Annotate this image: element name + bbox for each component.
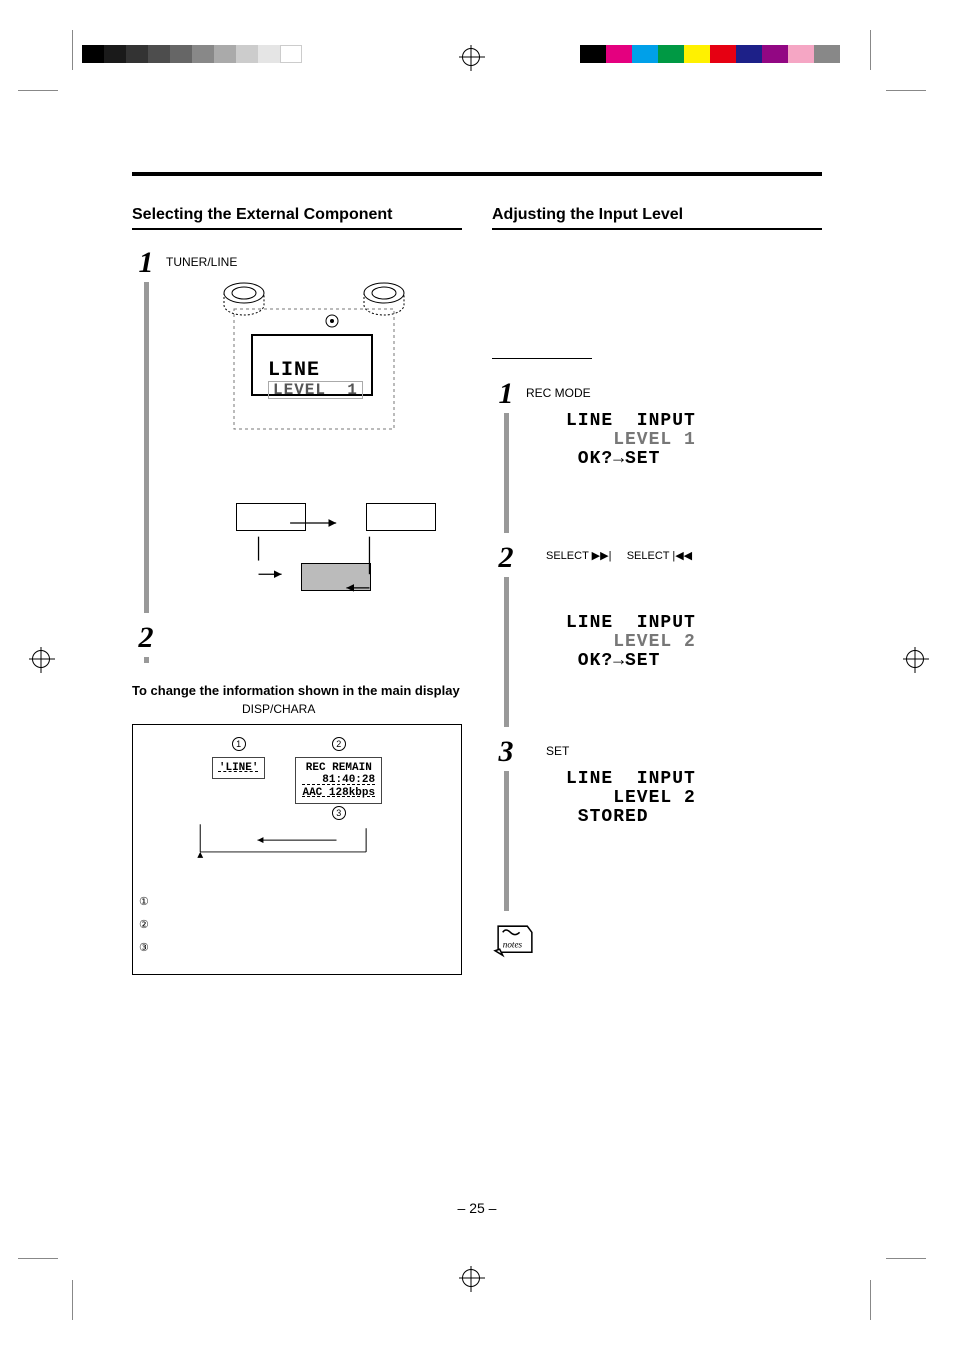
page-number: – 25 – [0,1200,954,1216]
page: Selecting the External Component 1 TUNER… [0,0,954,1351]
crop-mark [886,1258,926,1259]
content-area: Selecting the External Component 1 TUNER… [132,172,822,975]
step-1-right: 1 REC MODE LINE INPUT LEVEL 1 OK?→SET [492,379,822,533]
device-lcd-line1: LINE [268,360,378,381]
cmyk-bar [580,45,840,63]
annotation-3-marker: 3 [332,806,346,820]
section-heading-left: Selecting the External Component [132,206,462,230]
svg-text:notes: notes [503,940,523,950]
lcd-display-1: LINE INPUT LEVEL 1 OK?→SET [566,412,822,469]
notes-icon: notes [492,921,538,959]
lcd-display-3: LINE INPUT LEVEL 2 STORED [566,770,822,827]
registration-mark-icon [32,650,50,668]
lcd-display-2: LINE INPUT LEVEL 2 OK?→SET [566,614,822,671]
select-prev-label: SELECT |◀◀ [627,550,692,562]
annotation-3: ③ [139,941,455,954]
crop-mark [870,1280,871,1320]
mini-lcd-1: 'LINE' [212,757,266,779]
crop-mark [870,30,871,70]
registration-mark-icon [462,1269,480,1287]
annotation-list: ① ② ③ [139,895,455,954]
crop-mark [886,90,926,91]
grayscale-bar [82,45,307,63]
left-column: Selecting the External Component 1 TUNER… [132,206,462,975]
select-next-label: SELECT ▶▶| [546,550,611,562]
display-modes-diagram: 1 'LINE' 2 REC REMAIN 81:40:28 AAC 128kb… [132,724,462,974]
step-1-left: 1 TUNER/LINE [132,248,462,613]
annotation-1: ① [139,895,455,908]
step-number: 2 [139,623,154,653]
registration-mark-icon [906,650,924,668]
device-figure: LINE LEVEL 1 [204,279,424,484]
crop-mark [72,1280,73,1320]
crop-mark [18,90,58,91]
annotation-2-marker: 2 [332,737,346,751]
top-rule [132,172,822,176]
registration-mark-icon [462,48,480,66]
right-column: Adjusting the Input Level 1 REC MODE LIN… [492,206,822,975]
mini-lcd-2: REC REMAIN 81:40:28 AAC 128kbps [295,757,382,803]
crop-mark [18,1258,58,1259]
device-lcd-line2: LEVEL 1 [268,381,363,400]
crop-mark [72,30,73,70]
disp-chara-label: DISP/CHARA [242,702,462,716]
step-number: 2 [499,543,514,573]
step-2-right: 2 SELECT ▶▶| SELECT |◀◀ LINE INPUT LEVEL… [492,543,822,727]
rec-mode-label: REC MODE [526,385,822,402]
step-3-right: 3 SET LINE INPUT LEVEL 2 STORED [492,737,822,911]
subheading-display-info: To change the information shown in the m… [132,683,462,698]
annotation-1-marker: 1 [232,737,246,751]
step-number: 3 [499,737,514,767]
section-heading-right: Adjusting the Input Level [492,206,822,230]
flow-diagram [186,503,442,613]
step-number: 1 [499,379,514,409]
step1-label: TUNER/LINE [166,254,462,271]
set-label: SET [546,743,822,760]
step-2-left: 2 [132,623,462,663]
step-number: 1 [139,248,154,278]
separator-line [492,358,592,359]
annotation-2: ② [139,918,455,931]
